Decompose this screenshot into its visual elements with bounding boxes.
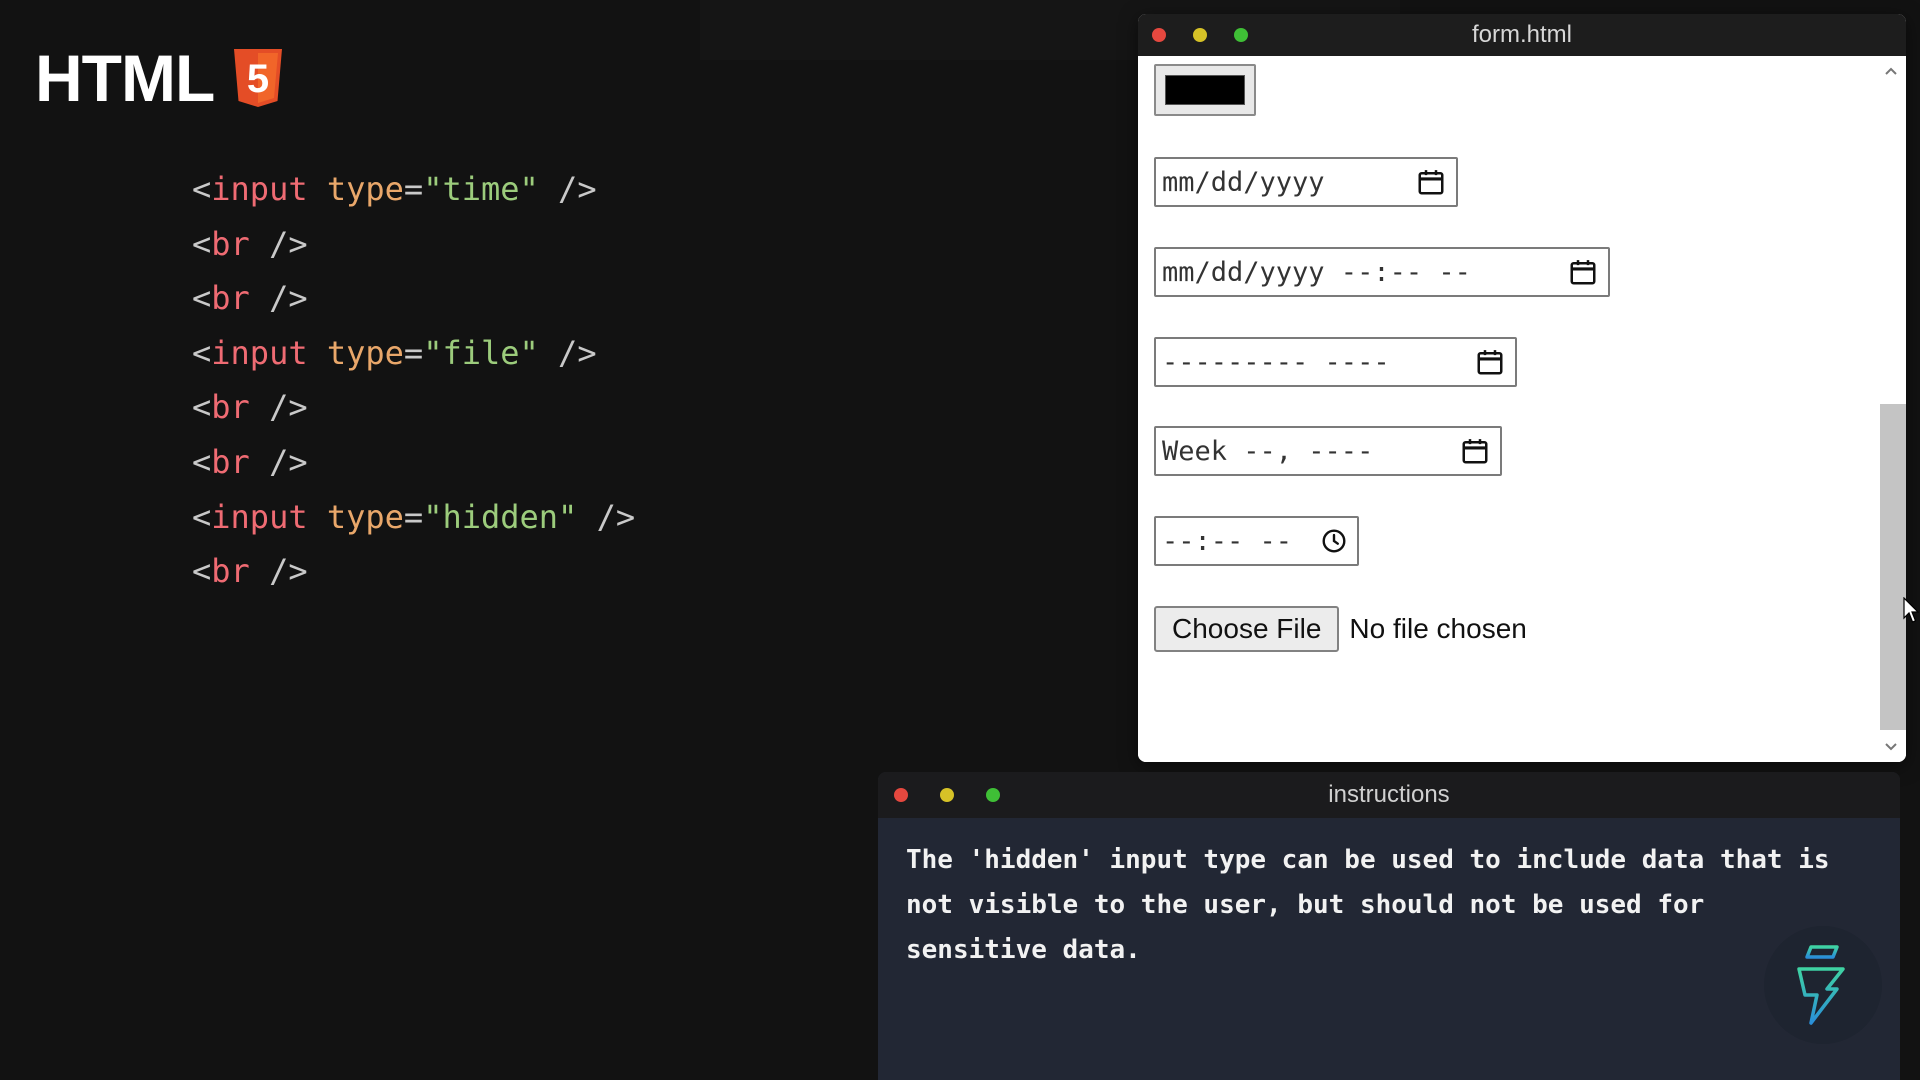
datetime-local-input[interactable]: mm/dd/yyyy --:-- -- xyxy=(1154,247,1610,297)
stage: HTML 5 <input type="time" /> <br /> <br … xyxy=(0,0,1920,1080)
file-status: No file chosen xyxy=(1349,613,1527,644)
lightning-badge xyxy=(1764,926,1882,1044)
scroll-up-arrow[interactable] xyxy=(1876,56,1906,86)
file-input: Choose File No file chosen xyxy=(1154,606,1527,652)
date-placeholder: mm/dd/yyyy xyxy=(1162,166,1325,198)
calendar-icon[interactable] xyxy=(1475,347,1505,377)
month-placeholder: --------- ---- xyxy=(1162,346,1390,378)
code-line: <input type="time" /> xyxy=(192,170,597,208)
page-content: mm/dd/yyyy mm/dd/yyyy --:-- -- ---------… xyxy=(1138,56,1906,762)
code-line: <br /> xyxy=(192,224,308,263)
code-line: <br /> xyxy=(192,442,308,481)
week-placeholder: Week --, ---- xyxy=(1162,435,1374,467)
instructions-title: instructions xyxy=(1328,781,1450,808)
chevron-down-icon xyxy=(1885,743,1897,751)
lightning-bolt-icon xyxy=(1797,945,1845,1025)
instructions-titlebar: instructions xyxy=(878,772,1900,818)
code-line: <br /> xyxy=(192,279,308,318)
code-line: <input type="file" /> xyxy=(192,333,597,372)
month-input[interactable]: --------- ---- xyxy=(1154,337,1517,387)
date-input[interactable]: mm/dd/yyyy xyxy=(1154,157,1458,207)
browser-titlebar: form.html xyxy=(1138,14,1906,56)
browser-title: form.html xyxy=(1471,21,1572,48)
code-line: <br /> xyxy=(192,388,308,427)
code-editor: <input type="time" /> <br /> <br /> <inp… xyxy=(192,162,635,599)
week-input[interactable]: Week --, ---- xyxy=(1154,426,1502,476)
mouse-cursor-icon xyxy=(1903,597,1919,623)
code-line: <br /> xyxy=(192,552,308,591)
calendar-icon[interactable] xyxy=(1416,167,1446,197)
instructions-text: The 'hidden' input type can be used to i… xyxy=(906,845,1830,965)
calendar-icon[interactable] xyxy=(1568,257,1598,287)
datetime-placeholder: mm/dd/yyyy --:-- -- xyxy=(1162,256,1471,288)
shield-number: 5 xyxy=(247,57,269,101)
scrollbar-thumb[interactable] xyxy=(1880,404,1906,730)
clock-icon[interactable] xyxy=(1321,528,1347,554)
choose-file-button[interactable]: Choose File xyxy=(1154,606,1340,652)
browser-window: form.html mm/dd/yyyy mm/dd/yyyy --:-- -- xyxy=(1138,14,1906,762)
color-swatch xyxy=(1165,75,1245,105)
html5-logo: HTML 5 xyxy=(35,42,284,114)
scrollbar[interactable] xyxy=(1876,56,1906,762)
code-line: <input type="hidden" /> xyxy=(192,497,636,536)
instructions-window: instructions The 'hidden' input type can… xyxy=(878,772,1900,1080)
time-input[interactable]: --:-- -- xyxy=(1154,516,1359,566)
calendar-icon[interactable] xyxy=(1460,436,1490,466)
chevron-up-icon xyxy=(1885,67,1897,75)
logo-text: HTML xyxy=(35,41,215,115)
html5-shield-icon: 5 xyxy=(234,49,283,107)
scroll-down-arrow[interactable] xyxy=(1876,732,1906,762)
time-placeholder: --:-- -- xyxy=(1162,525,1293,557)
color-input[interactable] xyxy=(1154,64,1256,116)
